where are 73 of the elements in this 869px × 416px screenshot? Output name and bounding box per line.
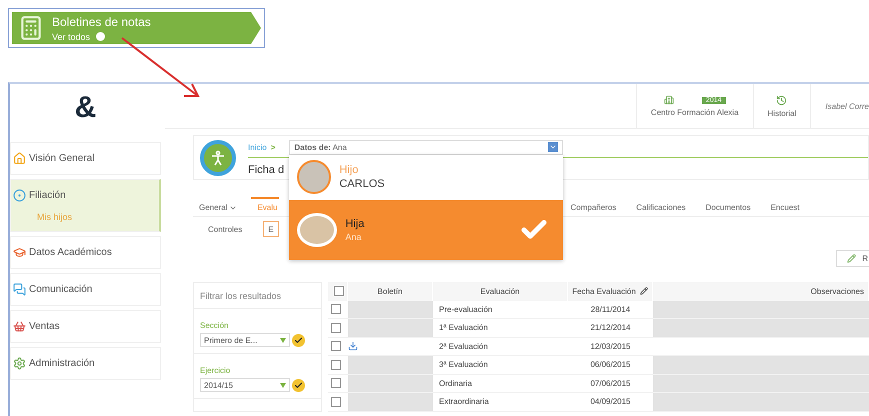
table-cell: 2ª Evaluación [433,338,568,356]
sidebar-item[interactable]: Ventas [10,310,161,343]
sidebar-label: Filiación [29,190,66,201]
building-icon [664,95,674,105]
relation-label: Hijo [339,164,360,176]
filter-select[interactable]: Primero de E... [200,333,290,347]
tab[interactable]: Calificaciones [630,197,694,216]
tab[interactable]: Documentos [700,197,759,216]
table-cell: 07/06/2015 [568,374,653,393]
checkbox[interactable] [331,304,341,314]
pencil-icon [640,287,648,296]
person-icon [200,140,236,176]
subtab[interactable]: Controles [203,221,248,237]
filter-label: Ejercicio [200,366,232,375]
filter-select[interactable]: 2014/15 [200,378,290,392]
callout-title: Boletines de notas [52,14,151,28]
history-link[interactable]: Historial [768,108,796,118]
basket-icon [13,320,26,333]
table-header: Fecha Evaluación [568,282,653,300]
avatar [297,160,332,194]
pencil-icon [847,254,856,262]
table-header: Observaciones [653,282,869,300]
checkbox[interactable] [331,341,341,352]
table-cell: 28/11/2014 [568,300,653,319]
graduation-cap-icon [13,246,26,259]
dropdown-icon [548,142,558,152]
check-icon[interactable] [292,378,305,392]
circle-icon [13,189,26,202]
table-cell: Ordinaria [433,374,568,393]
checkbox[interactable] [331,360,341,370]
checkbox[interactable] [331,378,341,388]
page-title: Ficha d [248,164,284,176]
dropdown-option[interactable]: Hija Ana [289,200,564,260]
tab[interactable]: General [193,197,246,216]
tab[interactable]: Encuest [764,197,808,216]
child-name: Ana [345,232,362,242]
relation-label: Hija [345,218,364,230]
sidebar-label: Administración [29,358,95,369]
logo: & [74,90,98,126]
child-name: CARLOS [339,178,385,190]
sidebar-label: Comunicación [29,284,92,295]
sidebar-label: Visión General [29,153,94,164]
sidebar-item[interactable]: Visión General [10,142,161,175]
table-cell: 12/03/2015 [568,338,653,356]
filter-label: Sección [200,321,230,330]
sidebar-label: Ventas [29,321,60,332]
gear-icon [13,357,26,370]
sidebar-label: Datos Académicos [29,247,112,258]
checkbox[interactable] [331,396,341,407]
home-icon [13,152,26,165]
dropdown-option[interactable]: Hijo CARLOS [289,154,564,200]
subtab[interactable]: E [263,221,279,237]
history-icon [776,94,788,106]
sidebar-item[interactable]: Comunicación [10,273,161,306]
sidebar-item[interactable]: Datos Académicos [10,236,161,269]
sidebar-item[interactable]: Filiación Mis hijos [10,179,161,232]
child-select[interactable]: Datos de: Ana [289,140,564,154]
table-header: Boletín [348,282,433,300]
center-name[interactable]: Centro Formación Alexia [650,108,739,117]
chat-bubbles-icon [13,283,26,296]
sidebar-item[interactable]: Administración [10,347,161,380]
checkbox[interactable] [331,322,341,333]
breadcrumb-separator: > [270,142,276,152]
download-icon[interactable] [348,341,358,352]
table-cell: Pre-evaluación [433,300,568,319]
table-header: Evaluación [433,282,568,300]
tab[interactable]: Compañeros [564,197,624,216]
checkbox[interactable] [334,286,344,296]
toolbar-button[interactable]: R [836,250,869,266]
check-icon[interactable] [292,334,305,346]
arrow-icon [120,36,200,100]
user-name[interactable]: Isabel Corre [810,84,869,128]
avatar [297,212,338,246]
